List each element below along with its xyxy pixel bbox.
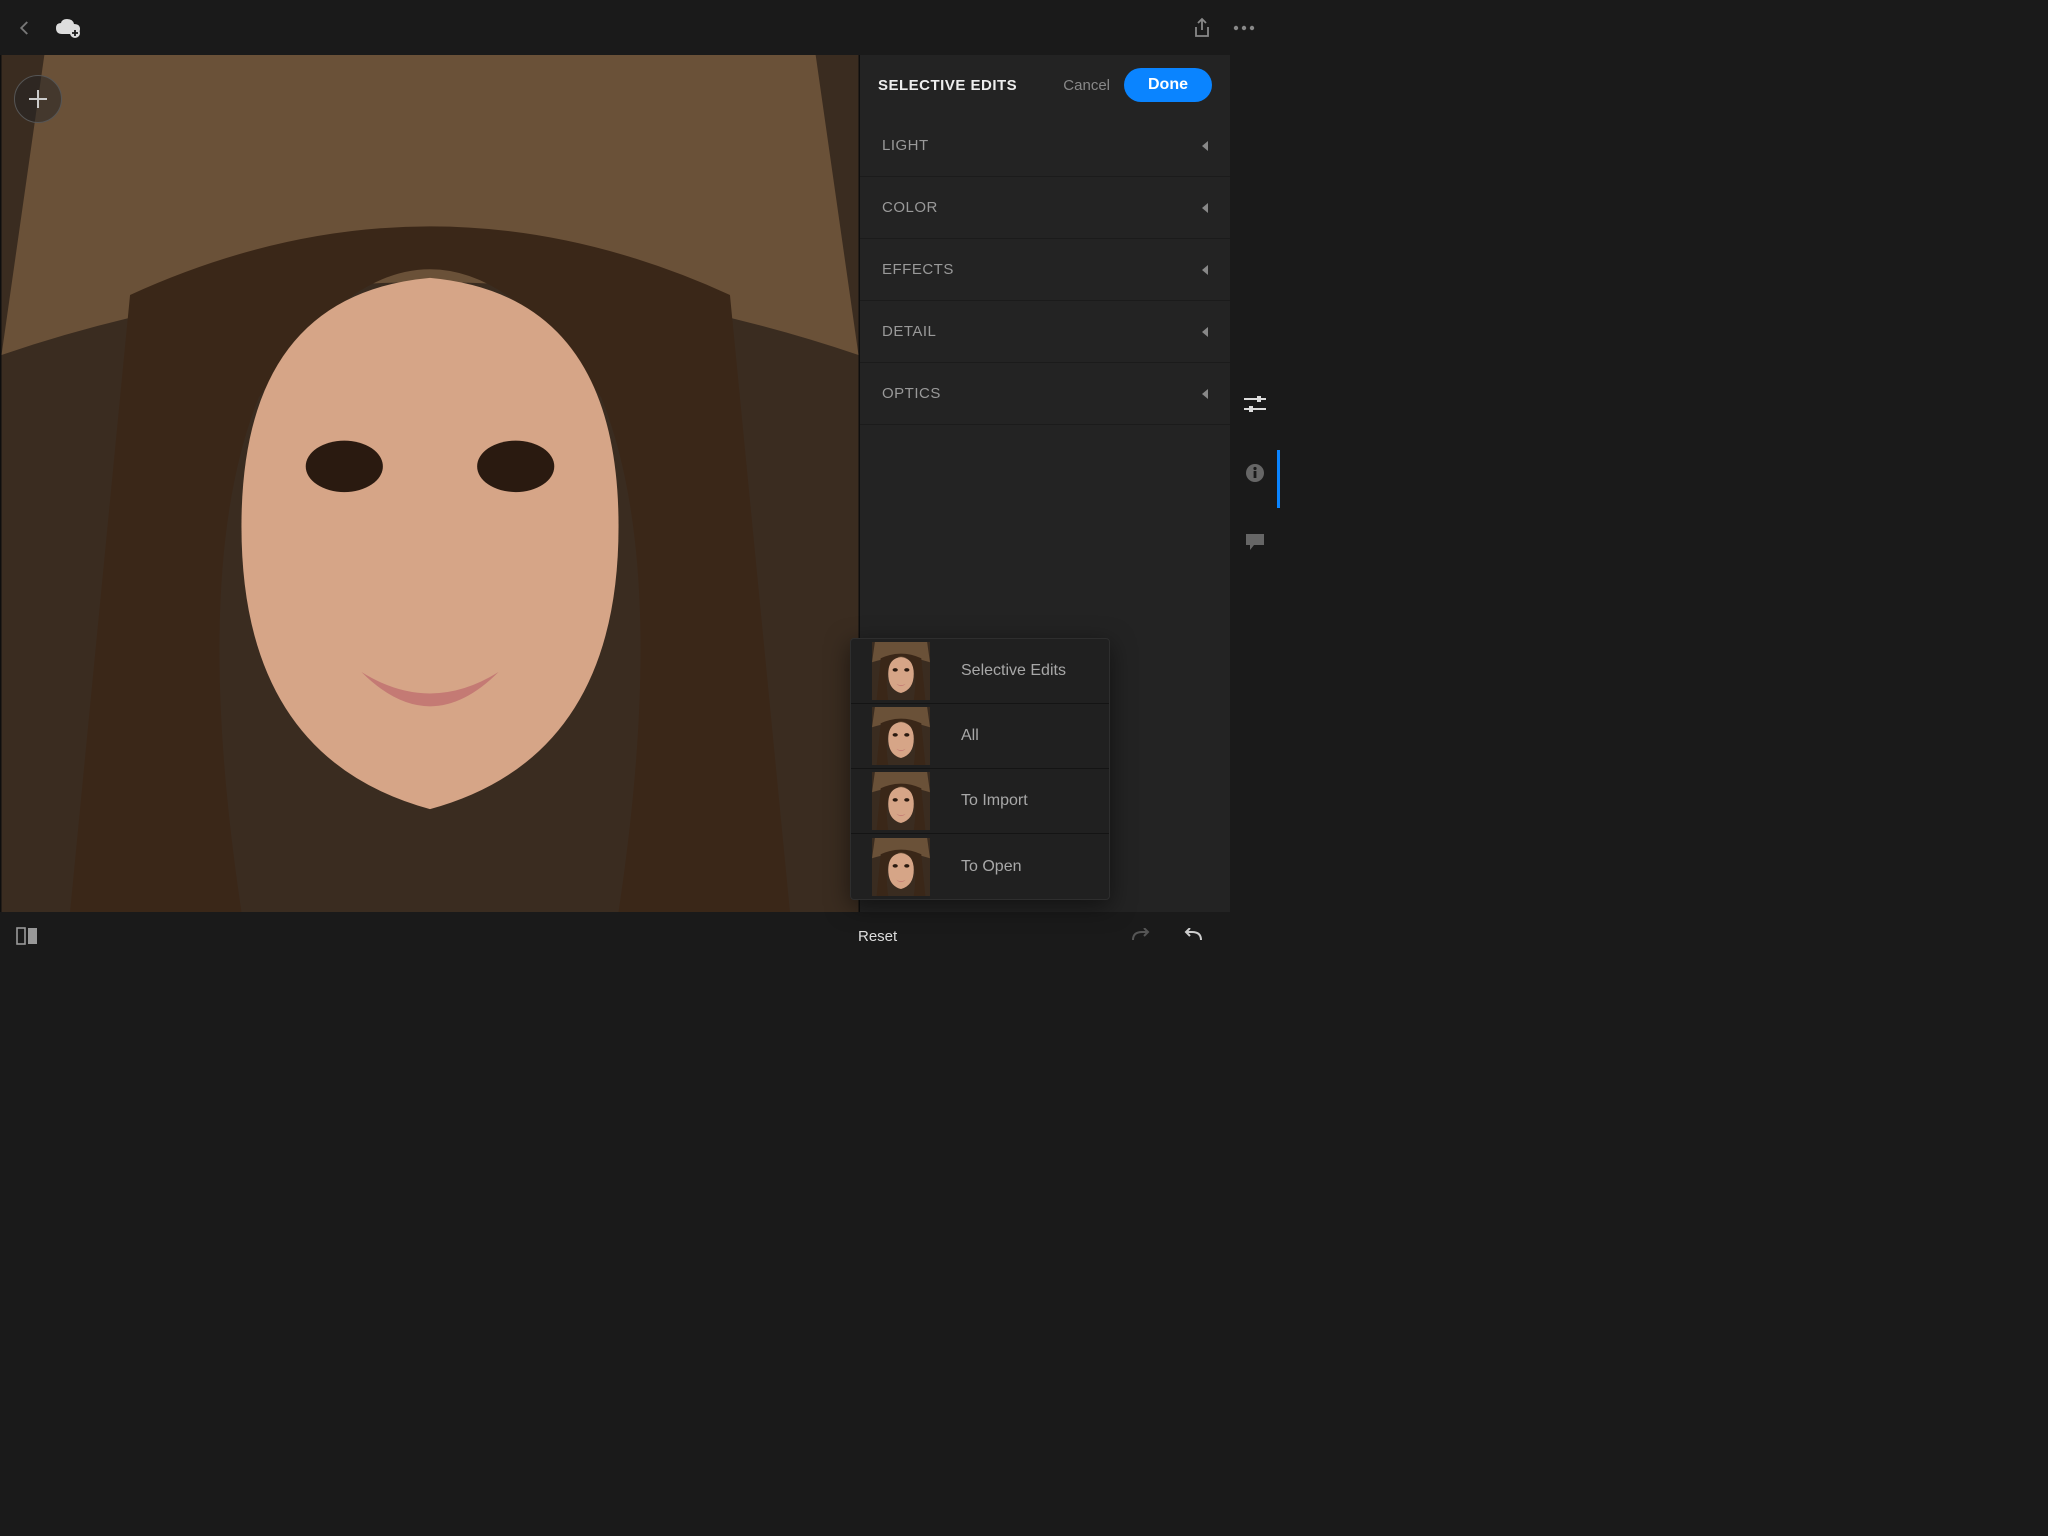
chevron-left-icon	[1202, 265, 1208, 275]
reset-button[interactable]: Reset	[858, 928, 897, 945]
redo-icon[interactable]	[1130, 928, 1152, 944]
panel-title: SELECTIVE EDITS	[878, 77, 1049, 94]
top-toolbar	[0, 0, 1280, 55]
active-tool-indicator	[1277, 450, 1280, 508]
chevron-left-icon	[1202, 141, 1208, 151]
photo-canvas[interactable]	[0, 55, 860, 912]
reset-popup: Selective Edits All To Import To Open	[850, 638, 1110, 900]
section-detail[interactable]: DETAIL	[860, 301, 1230, 363]
popup-item-all[interactable]: All	[851, 704, 1109, 769]
cancel-button[interactable]: Cancel	[1063, 77, 1110, 94]
section-color[interactable]: COLOR	[860, 177, 1230, 239]
preview-thumb	[855, 772, 947, 830]
section-effects[interactable]: EFFECTS	[860, 239, 1230, 301]
bottom-toolbar: Reset	[0, 912, 1280, 960]
edited-photo	[0, 55, 860, 912]
section-optics[interactable]: OPTICS	[860, 363, 1230, 425]
preview-thumb	[855, 642, 947, 700]
more-icon[interactable]	[1232, 24, 1256, 32]
info-icon[interactable]	[1245, 463, 1265, 483]
add-selection-button[interactable]	[14, 75, 62, 123]
popup-item-selective-edits[interactable]: Selective Edits	[851, 639, 1109, 704]
done-button[interactable]: Done	[1124, 68, 1212, 102]
preview-thumb	[855, 707, 947, 765]
adjust-icon[interactable]	[1244, 395, 1266, 413]
share-icon[interactable]	[1192, 17, 1212, 39]
right-rail	[1230, 55, 1280, 912]
section-light[interactable]: LIGHT	[860, 115, 1230, 177]
chevron-left-icon	[1202, 327, 1208, 337]
popup-item-to-import[interactable]: To Import	[851, 769, 1109, 834]
undo-icon[interactable]	[1182, 928, 1204, 944]
cloud-sync-icon[interactable]	[54, 18, 82, 38]
popup-item-to-open[interactable]: To Open	[851, 834, 1109, 899]
comments-icon[interactable]	[1245, 533, 1265, 551]
chevron-left-icon	[1202, 389, 1208, 399]
back-icon[interactable]	[16, 19, 34, 37]
preview-thumb	[855, 838, 947, 896]
chevron-left-icon	[1202, 203, 1208, 213]
compare-icon[interactable]	[16, 927, 38, 945]
